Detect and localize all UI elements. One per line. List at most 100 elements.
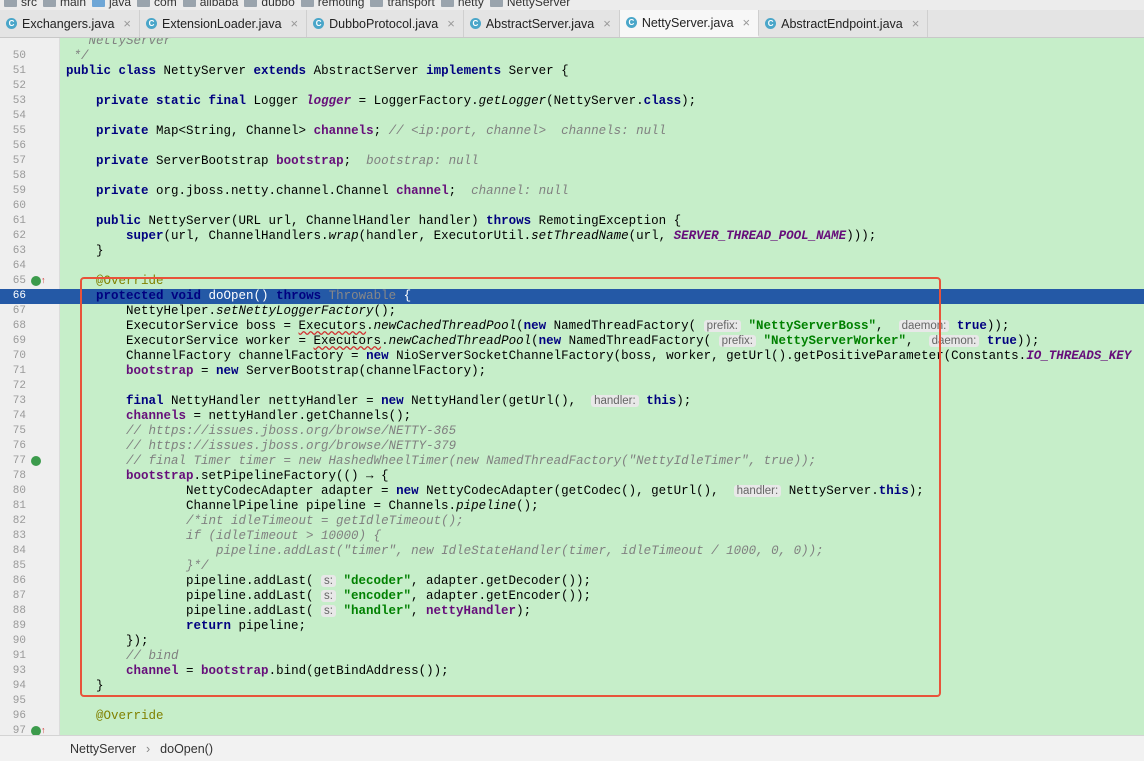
code-line[interactable]: 84 pipeline.addLast("timer", new IdleSta…: [0, 544, 1144, 559]
code-line[interactable]: 66 protected void doOpen() throws Throwa…: [0, 289, 1144, 304]
code-line[interactable]: 76 // https://issues.jboss.org/browse/NE…: [0, 439, 1144, 454]
code-line[interactable]: 56: [0, 139, 1144, 154]
code-line[interactable]: 50 */: [0, 49, 1144, 64]
close-icon[interactable]: ×: [912, 16, 920, 31]
code-text: private ServerBootstrap bootstrap; boots…: [96, 154, 479, 168]
breadcrumb: src main java com alibaba dubbo remoting transp…: [0, 0, 1144, 10]
line-number: 67: [12, 305, 26, 317]
breadcrumb-item[interactable]: netty: [440, 0, 484, 9]
close-icon[interactable]: ×: [291, 16, 299, 31]
code-line[interactable]: 67 NettyHelper.setNettyLoggerFactory();: [0, 304, 1144, 319]
code-line[interactable]: 57 private ServerBootstrap bootstrap; bo…: [0, 154, 1144, 169]
code-line[interactable]: 71 bootstrap = new ServerBootstrap(chann…: [0, 364, 1144, 379]
code-line[interactable]: 93 channel = bootstrap.bind(getBindAddre…: [0, 664, 1144, 679]
code-line[interactable]: 88 pipeline.addLast( s: "handler", netty…: [0, 604, 1144, 619]
code-line[interactable]: 96 @Override: [0, 709, 1144, 724]
code-line[interactable]: 89 return pipeline;: [0, 619, 1144, 634]
folder-icon: [137, 0, 151, 7]
code-line[interactable]: 83 if (idleTimeout > 10000) {: [0, 529, 1144, 544]
code-line[interactable]: 87 pipeline.addLast( s: "encoder", adapt…: [0, 589, 1144, 604]
code-line[interactable]: 81 ChannelPipeline pipeline = Channels.p…: [0, 499, 1144, 514]
code-line[interactable]: 65 @Override: [0, 274, 1144, 289]
code-line[interactable]: 85 }*/: [0, 559, 1144, 574]
code-line[interactable]: 77 // final Timer timer = new HashedWhee…: [0, 454, 1144, 469]
code-line[interactable]: 64: [0, 259, 1144, 274]
line-number: 66: [12, 290, 26, 302]
tab-abstractserver[interactable]: C AbstractServer.java ×: [464, 10, 620, 37]
code-line[interactable]: 55 private Map<String, Channel> channels…: [0, 124, 1144, 139]
line-number: 52: [12, 80, 26, 92]
code-line[interactable]: 68 ExecutorService boss = Executors.newC…: [0, 319, 1144, 334]
breadcrumb-item[interactable]: alibaba: [182, 0, 238, 9]
code-line[interactable]: 58: [0, 169, 1144, 184]
code-text: pipeline.addLast("timer", new IdleStateH…: [216, 544, 824, 558]
line-number: 72: [12, 380, 26, 392]
code-line[interactable]: 72: [0, 379, 1144, 394]
code-text: pipeline.addLast( s: "encoder", adapter.…: [66, 589, 592, 603]
line-number: 82: [12, 515, 26, 527]
tab-extensionloader[interactable]: C ExtensionLoader.java ×: [140, 10, 308, 37]
close-icon[interactable]: ×: [743, 15, 751, 30]
class-icon: C: [146, 18, 158, 29]
code-text: bootstrap.setPipelineFactory(() → {: [126, 469, 389, 483]
line-number: 71: [12, 365, 26, 377]
breadcrumb-item[interactable]: java: [92, 0, 131, 9]
code-line[interactable]: 63 }: [0, 244, 1144, 259]
close-icon[interactable]: ×: [447, 16, 455, 31]
code-line[interactable]: 94 }: [0, 679, 1144, 694]
code-editor[interactable]: ↑ ↑ NettyServer 50 */51 public class NettyS…: [0, 38, 1144, 735]
code-text: // https://issues.jboss.org/browse/NETTY…: [126, 439, 457, 453]
code-line[interactable]: 60: [0, 199, 1144, 214]
status-class[interactable]: NettyServer: [70, 742, 136, 756]
code-line[interactable]: 97: [0, 724, 1144, 735]
code-line[interactable]: 52: [0, 79, 1144, 94]
status-method[interactable]: doOpen(): [160, 742, 213, 756]
tab-dubboprotocol[interactable]: C DubboProtocol.java ×: [307, 10, 464, 37]
code-line[interactable]: NettyServer: [0, 38, 1144, 49]
breadcrumb-item[interactable]: dubbo: [244, 0, 295, 9]
code-line[interactable]: 78 bootstrap.setPipelineFactory(() → {: [0, 469, 1144, 484]
breadcrumb-item[interactable]: src: [4, 0, 37, 9]
breadcrumb-item[interactable]: main: [43, 0, 86, 9]
close-icon[interactable]: ×: [603, 16, 611, 31]
code-line[interactable]: 74 channels = nettyHandler.getChannels()…: [0, 409, 1144, 424]
code-line[interactable]: 54: [0, 109, 1144, 124]
code-text: channels = nettyHandler.getChannels();: [126, 409, 412, 423]
code-line[interactable]: 59 private org.jboss.netty.channel.Chann…: [0, 184, 1144, 199]
breadcrumb-item[interactable]: NettyServer: [489, 0, 570, 9]
code-text: bootstrap = new ServerBootstrap(channelF…: [126, 364, 487, 378]
code-line[interactable]: 53 private static final Logger logger = …: [0, 94, 1144, 109]
code-text: ChannelFactory channelFactory = new NioS…: [66, 349, 1132, 363]
code-line[interactable]: 61 public NettyServer(URL url, ChannelHa…: [0, 214, 1144, 229]
tab-label: ExtensionLoader.java: [162, 16, 282, 31]
line-number: 63: [12, 245, 26, 257]
code-line[interactable]: 69 ExecutorService worker = Executors.ne…: [0, 334, 1144, 349]
folder-icon: [4, 0, 17, 7]
line-number: 87: [12, 590, 26, 602]
code-line[interactable]: 70 ChannelFactory channelFactory = new N…: [0, 349, 1144, 364]
code-line[interactable]: 90 });: [0, 634, 1144, 649]
close-icon[interactable]: ×: [123, 16, 131, 31]
code-line[interactable]: 82 /*int idleTimeout = getIdleTimeout();: [0, 514, 1144, 529]
code-line[interactable]: 51 public class NettyServer extends Abstr…: [0, 64, 1144, 79]
breadcrumb-item[interactable]: com: [137, 0, 177, 9]
tab-abstractendpoint[interactable]: C AbstractEndpoint.java ×: [759, 10, 929, 37]
line-number: 85: [12, 560, 26, 572]
line-number: 91: [12, 650, 26, 662]
code-line[interactable]: 95: [0, 694, 1144, 709]
class-icon: [489, 0, 503, 7]
breadcrumb-item[interactable]: transport: [370, 0, 435, 9]
code-line[interactable]: 75 // https://issues.jboss.org/browse/NE…: [0, 424, 1144, 439]
code-line[interactable]: 62 super(url, ChannelHandlers.wrap(handl…: [0, 229, 1144, 244]
line-number: 74: [12, 410, 26, 422]
breadcrumb-item[interactable]: remoting: [300, 0, 364, 9]
tab-exchangers[interactable]: C Exchangers.java ×: [0, 10, 141, 37]
class-icon: C: [625, 17, 637, 28]
code-text: });: [66, 634, 149, 648]
code-line[interactable]: 73 final NettyHandler nettyHandler = new…: [0, 394, 1144, 409]
folder-icon: [300, 0, 314, 7]
code-line[interactable]: 91 // bind: [0, 649, 1144, 664]
code-line[interactable]: 86 pipeline.addLast( s: "decoder", adapt…: [0, 574, 1144, 589]
tab-nettyserver[interactable]: C NettyServer.java ×: [619, 10, 760, 37]
code-line[interactable]: 80 NettyCodecAdapter adapter = new Netty…: [0, 484, 1144, 499]
